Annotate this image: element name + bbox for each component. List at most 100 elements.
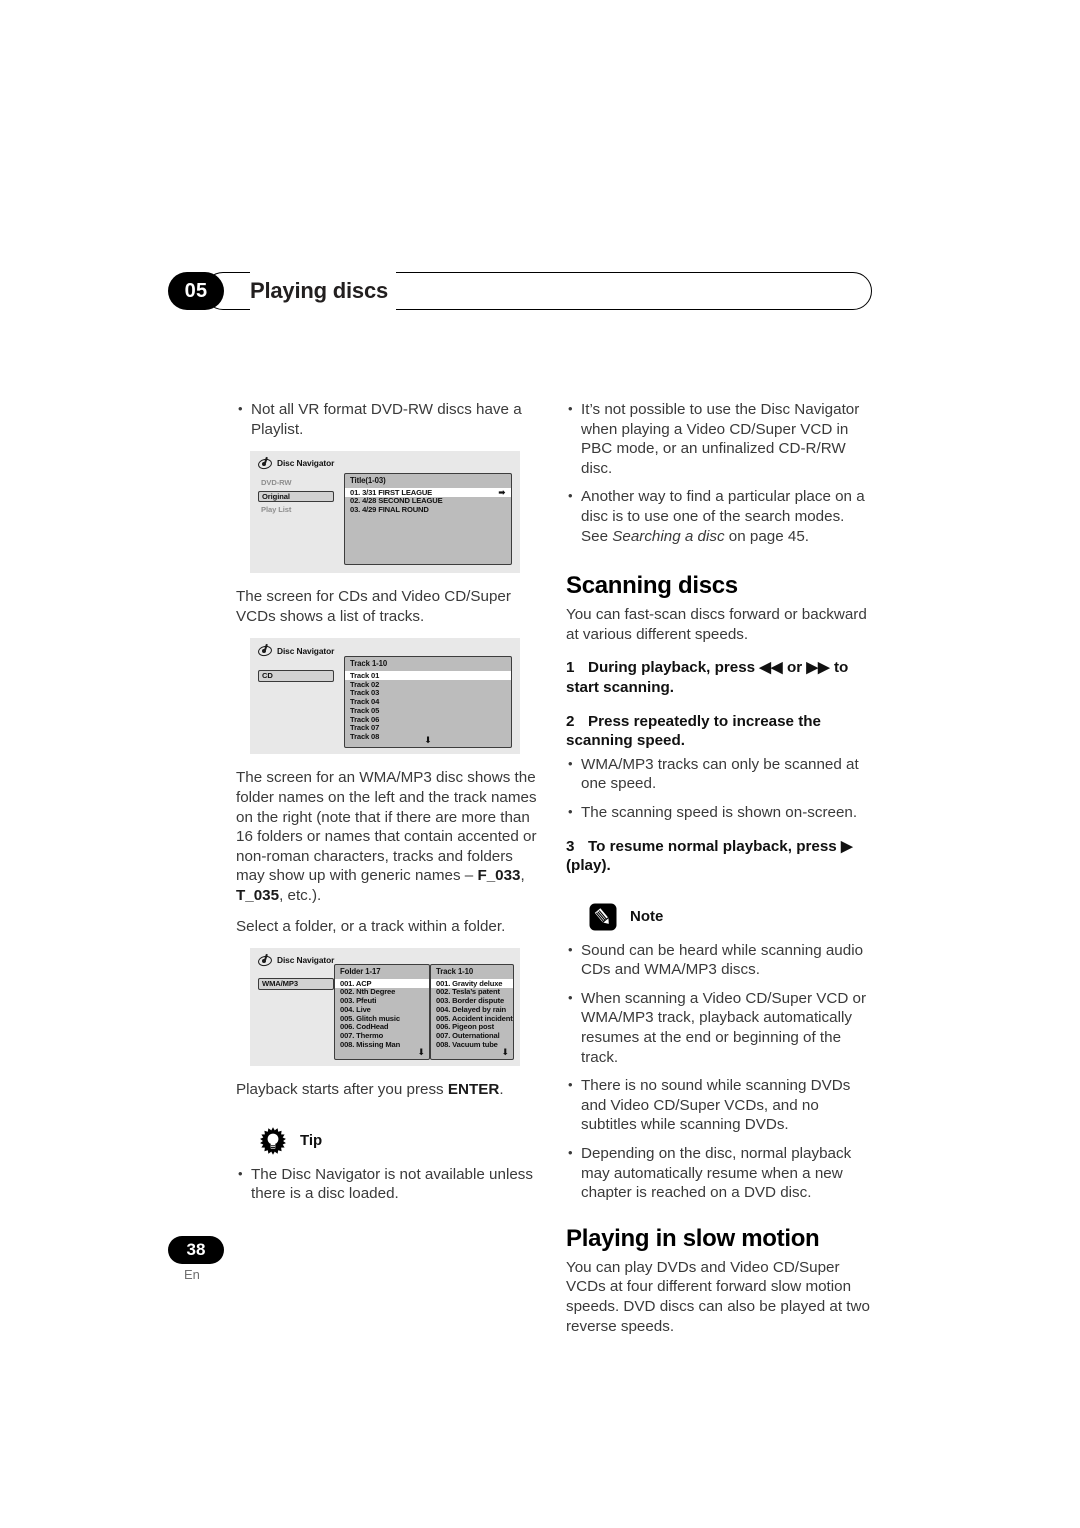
panel-header: Track 1-10: [436, 967, 474, 977]
list-item: Track 04: [350, 697, 380, 707]
page-title: Playing discs: [250, 272, 397, 310]
figure-disc-navigator-dvdrw: Disc Navigator DVD-RW Original Play List…: [250, 451, 520, 574]
paragraph-scanning-intro: You can fast-scan discs forward or backw…: [566, 606, 867, 643]
generic-track-name: T_035: [236, 886, 280, 904]
side-label-original: Original: [258, 490, 334, 503]
paragraph-playback-starts: Playback starts after you press ENTER.: [236, 1080, 542, 1100]
list-item: Not all VR format DVD-RW discs have a Pl…: [236, 399, 542, 439]
list-item: When scanning a Video CD/Super VCD or WM…: [566, 988, 872, 1067]
page-number-badge: 38: [168, 1236, 224, 1264]
figure-titlebar: Disc Navigator: [257, 954, 335, 968]
step-number: 3: [566, 837, 575, 855]
generic-folder-name: F_033: [477, 867, 521, 885]
side-label-cd: CD: [258, 670, 334, 682]
left-column: Not all VR format DVD-RW discs have a Pl…: [236, 399, 542, 1215]
disc-navigator-notes-list: It’s not possible to use the Disc Naviga…: [566, 399, 872, 546]
paragraph-wma-screen: The screen for an WMA/MP3 disc shows the…: [236, 768, 542, 905]
figure-track-list-panel: Track 1-10 Track 01 Track 02 Track 03 Tr…: [344, 656, 512, 749]
list-item: Sound can be heard while scanning audio …: [566, 940, 872, 980]
step-number: 2: [566, 712, 575, 730]
step-2-notes-list: WMA/MP3 tracks can only be scanned at on…: [566, 754, 872, 823]
paragraph-select-folder: Select a folder, or a track within a fol…: [236, 917, 506, 935]
pencil-icon: [588, 902, 618, 932]
note-heading: Note: [588, 902, 872, 932]
reverse-scan-icon: ◀◀: [759, 659, 783, 677]
paragraph-cd-screen: The screen for CDs and Video CD/Super VC…: [236, 588, 511, 625]
list-item: 004. Delayed by rain: [436, 1004, 507, 1014]
disc-navigator-icon: [257, 457, 273, 471]
scroll-down-icon: ⬇: [417, 1047, 425, 1058]
scroll-down-icon: ⬇: [501, 1047, 509, 1058]
figure-window-title: Disc Navigator: [277, 645, 335, 656]
list-item: 004. Live: [340, 1004, 371, 1014]
list-item: Another way to find a particular place o…: [566, 486, 872, 546]
text-run: or: [782, 659, 807, 677]
figure-window-title: Disc Navigator: [277, 955, 335, 966]
page-header: 05 Playing discs: [168, 272, 872, 310]
side-label-playlist: Play List: [261, 505, 292, 515]
list-item: The Disc Navigator is not available unle…: [236, 1164, 542, 1204]
tip-bullet-list: The Disc Navigator is not available unle…: [236, 1164, 542, 1204]
playlist-note-list: Not all VR format DVD-RW discs have a Pl…: [236, 399, 542, 439]
note-label: Note: [630, 907, 664, 925]
text-run: During playback, press: [588, 659, 760, 677]
language-code: En: [184, 1267, 200, 1282]
text-run: (play).: [566, 857, 611, 875]
figure-window-title: Disc Navigator: [277, 458, 335, 469]
figure-titlebar: Disc Navigator: [257, 644, 335, 658]
disc-navigator-icon: [257, 954, 273, 968]
note-bullet-list: Sound can be heard while scanning audio …: [566, 940, 872, 1203]
cross-reference-title: Searching a disc: [612, 527, 725, 545]
right-column: It’s not possible to use the Disc Naviga…: [566, 399, 872, 1347]
panel-rows: 001. ACP 002. Nth Degree 003. Pfeuti 004…: [335, 978, 429, 1049]
step-1: 1 During playback, press ◀◀ or ▶▶ to star…: [566, 658, 872, 697]
list-item: WMA/MP3 tracks can only be scanned at on…: [566, 754, 872, 794]
heading-playing-in-slow-motion: Playing in slow motion: [566, 1224, 820, 1252]
list-item: The scanning speed is shown on-screen.: [566, 802, 872, 823]
list-item: Track 01: [345, 671, 511, 680]
text-run: ,: [520, 867, 525, 885]
panel-header: Folder 1-17: [340, 967, 381, 977]
panel-rows: Track 01 Track 02 Track 03 Track 04 Trac…: [345, 671, 511, 741]
list-item: Track 05: [350, 705, 380, 715]
chapter-number-badge: 05: [168, 272, 224, 310]
list-item: 003. Pfeuti: [340, 996, 377, 1006]
tip-label: Tip: [300, 1131, 323, 1149]
paragraph-slow-motion: You can play DVDs and Video CD/Super VCD…: [566, 1258, 870, 1335]
list-item: 03. 4/29 FINAL ROUND: [350, 505, 429, 515]
figure-titlebar: Disc Navigator: [257, 457, 335, 471]
figure-disc-navigator-wma-mp3: Disc Navigator WMA/MP3 Folder 1-17 001. …: [250, 948, 520, 1067]
enter-key-label: ENTER: [447, 1081, 500, 1099]
list-item: Depending on the disc, normal playback m…: [566, 1143, 872, 1203]
list-item: 003. Border dispute: [436, 996, 505, 1006]
disc-navigator-icon: [257, 644, 273, 658]
figure-side-labels: WMA/MP3: [258, 978, 334, 992]
list-item: 008. Missing Man: [340, 1039, 401, 1049]
scroll-down-icon: ⬇: [424, 735, 432, 746]
figure-disc-navigator-cd: Disc Navigator CD Track 1-10 Track 01 Tr…: [250, 638, 520, 755]
tip-heading: Tip: [258, 1126, 542, 1156]
panel-rows: 001. Gravity deluxe 002. Tesla’s patent …: [431, 978, 513, 1049]
forward-scan-icon: ▶▶: [806, 659, 830, 677]
text-run: Playback starts after you press: [236, 1081, 448, 1099]
panel-header: Track 1-10: [350, 659, 388, 669]
figure-title-list-panel: Title(1-03) 01. 3/31 FIRST LEAGUE ➡ 02. …: [344, 473, 512, 566]
heading-scanning-discs: Scanning discs: [566, 572, 738, 600]
figure-track-list-panel: Track 1-10 001. Gravity deluxe 002. Tesl…: [430, 964, 514, 1061]
page-footer: 38 En: [168, 1236, 288, 1282]
text-run: Press repeatedly to increase the scannin…: [566, 712, 821, 750]
side-label-dvdrw: DVD-RW: [261, 478, 292, 488]
text-run: , etc.).: [279, 886, 322, 904]
figure-side-labels: CD: [258, 670, 334, 684]
list-item: There is no sound while scanning DVDs an…: [566, 1075, 872, 1135]
panel-rows: 01. 3/31 FIRST LEAGUE ➡ 02. 4/28 SECOND …: [345, 487, 511, 515]
list-item-label: 01. 3/31 FIRST LEAGUE: [350, 487, 433, 497]
lightbulb-icon: [258, 1126, 288, 1156]
text-run: .: [499, 1081, 504, 1099]
side-label-wma-mp3: WMA/MP3: [258, 978, 334, 990]
step-3: 3 To resume normal playback, press ▶ (pla…: [566, 837, 872, 876]
list-item: It’s not possible to use the Disc Naviga…: [566, 399, 872, 478]
text-run: To resume normal playback, press: [588, 837, 841, 855]
figure-folder-list-panel: Folder 1-17 001. ACP 002. Nth Degree 003…: [334, 964, 430, 1061]
panel-header: Title(1-03): [350, 476, 386, 486]
